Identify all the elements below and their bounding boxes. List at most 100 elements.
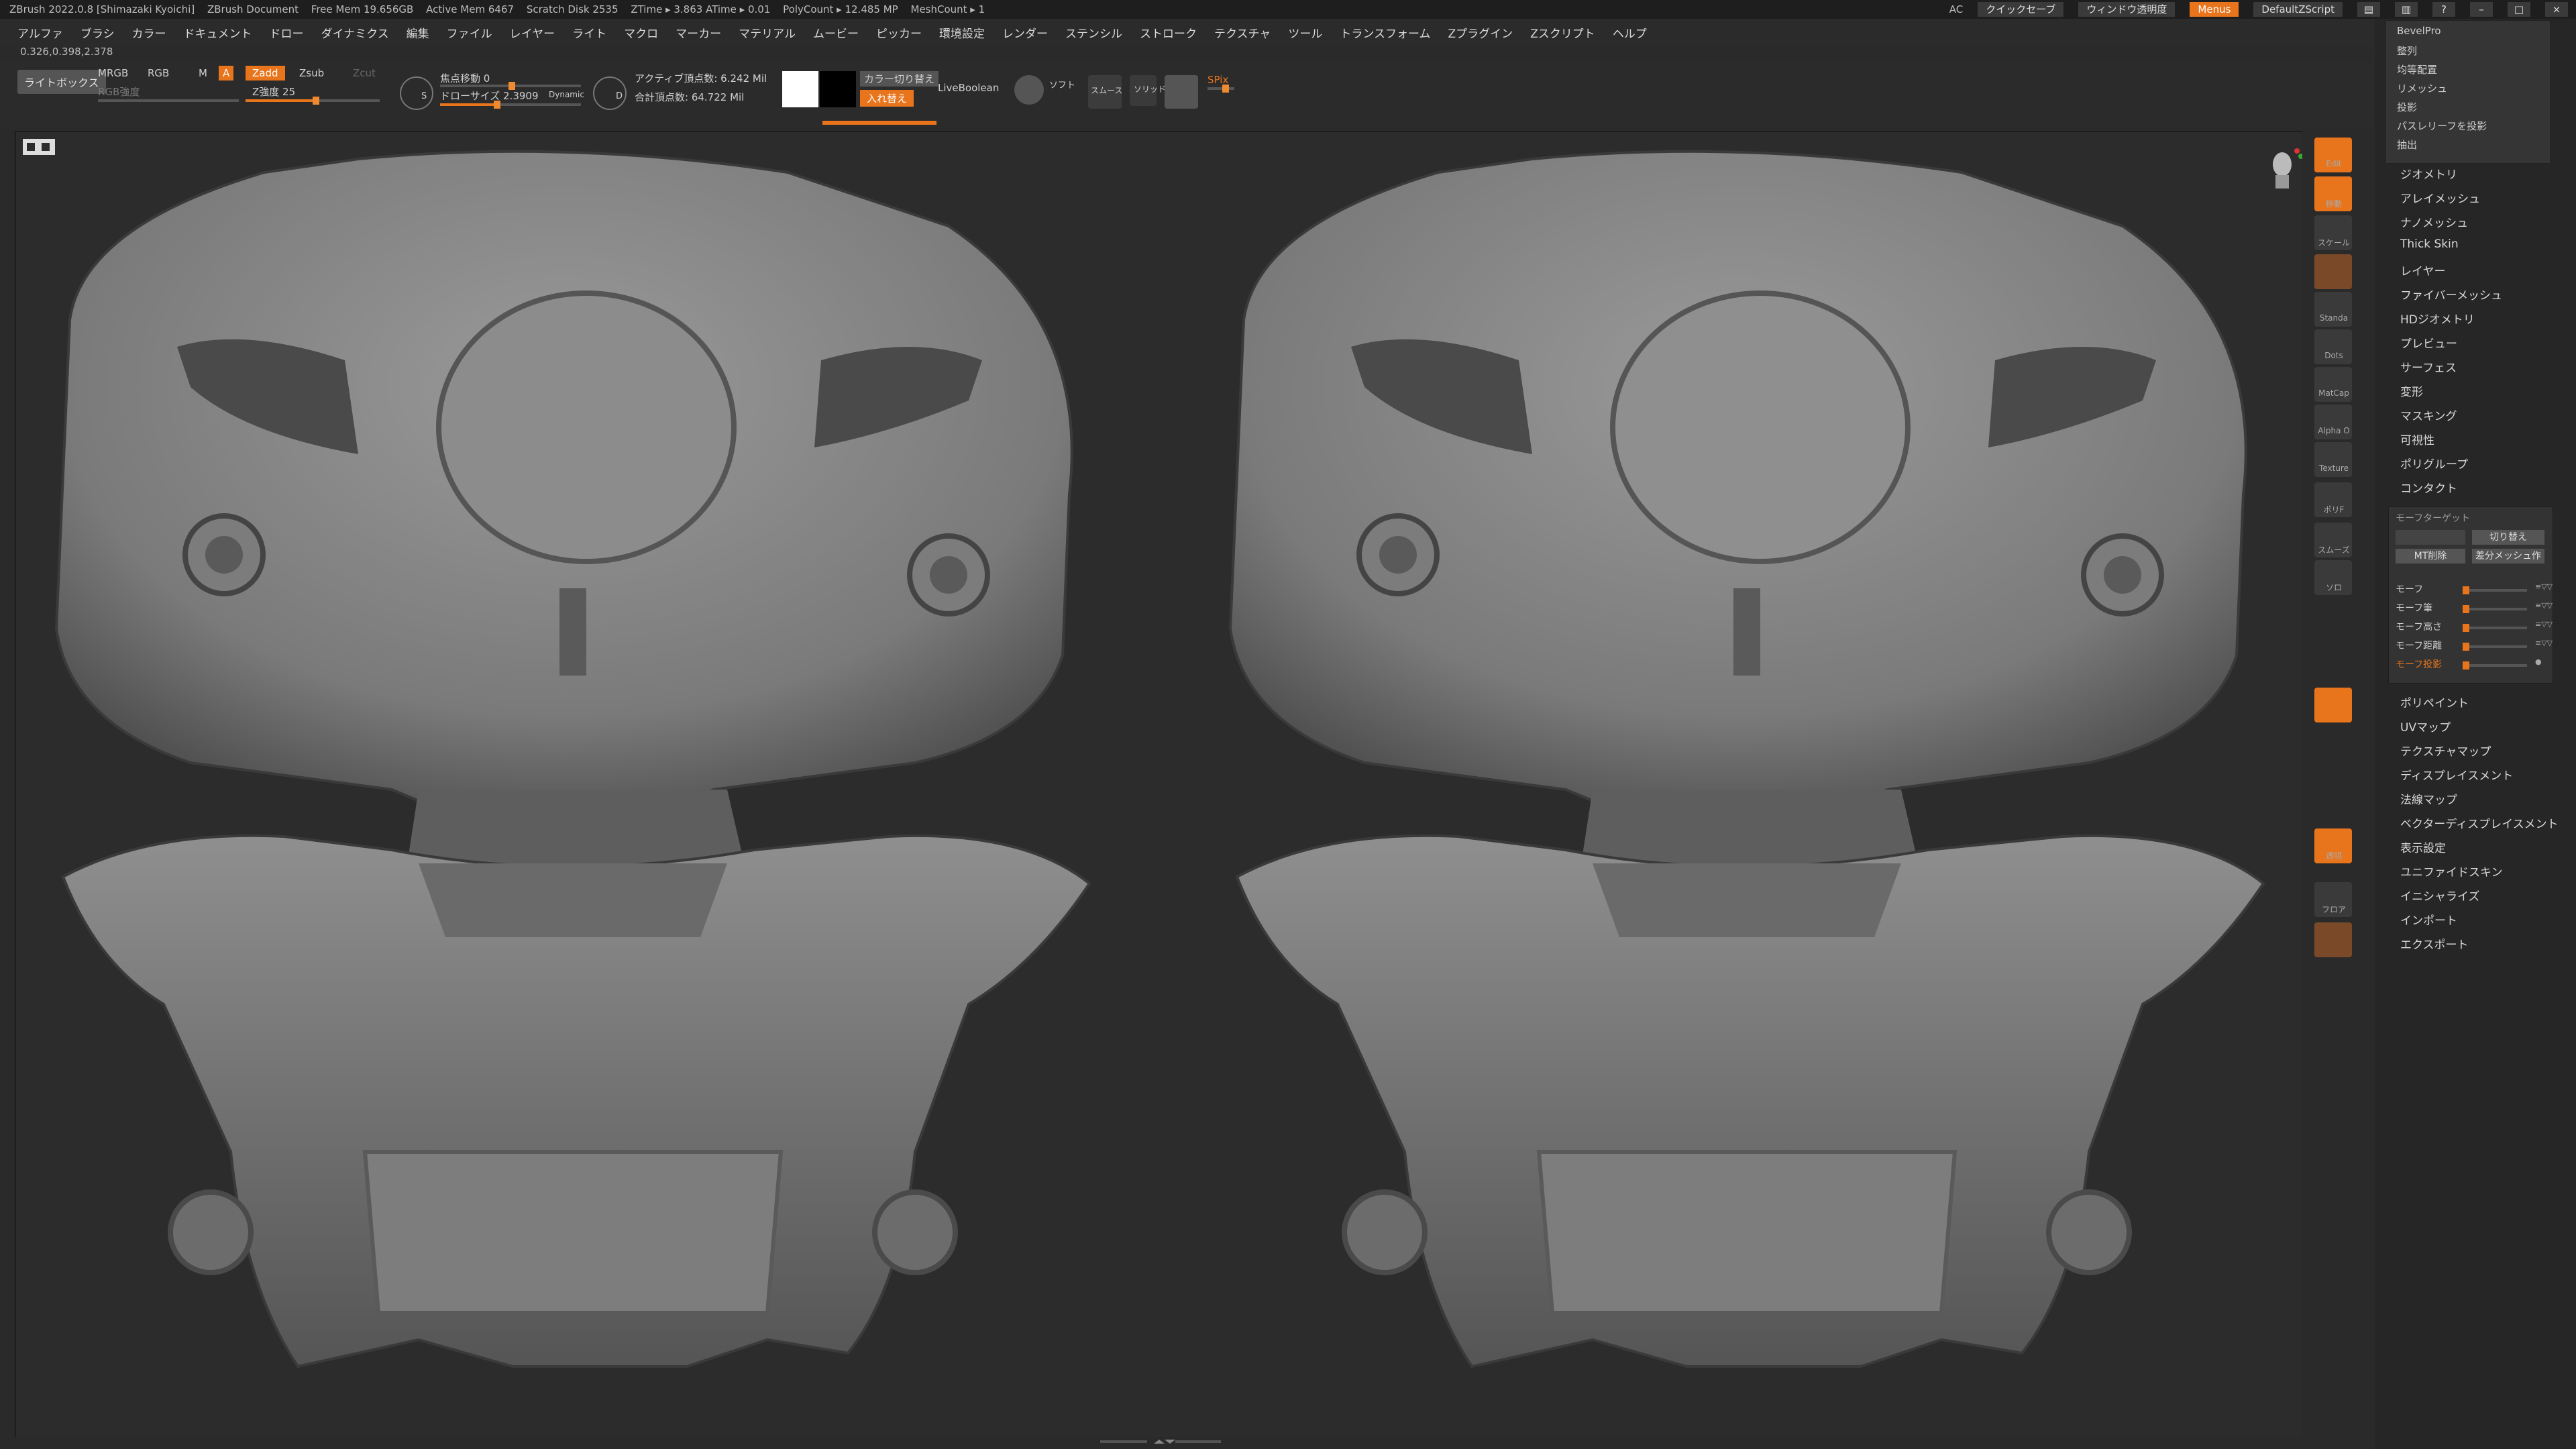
popup-distribute[interactable]: 均等配置: [2397, 62, 2437, 76]
spotlight-icon[interactable]: [1014, 75, 1044, 105]
main-color-swatch[interactable]: [782, 71, 818, 107]
menu-alpha[interactable]: アルファ: [17, 24, 63, 41]
secondary-color-swatch[interactable]: [820, 71, 856, 107]
morph-project-dot-icon[interactable]: ●: [2535, 657, 2542, 666]
popup-align[interactable]: 整列: [2397, 44, 2417, 58]
diff-mesh-button[interactable]: 差分メッシュ作: [2472, 549, 2544, 564]
tray-preview[interactable]: プレビュー: [2400, 334, 2457, 351]
tray-unified-skin[interactable]: ユニファイドスキン: [2400, 863, 2503, 879]
bottom-shelf-handle-icon[interactable]: [1100, 1438, 1221, 1445]
tray-fibermesh[interactable]: ファイバーメッシュ: [2400, 286, 2502, 303]
layout2-icon[interactable]: ▥: [2395, 2, 2418, 17]
a-button[interactable]: A: [219, 66, 234, 80]
material-icon[interactable]: [2314, 922, 2352, 957]
tray-polygroups[interactable]: ポリグループ: [2400, 455, 2468, 472]
m-button[interactable]: M: [199, 67, 207, 79]
morph-project-slider[interactable]: [2463, 661, 2527, 669]
help-icon[interactable]: ?: [2432, 2, 2455, 17]
brush-icon[interactable]: [2314, 254, 2352, 289]
tray-polypaint[interactable]: ポリペイント: [2400, 694, 2469, 710]
dynamic-toggle[interactable]: Dynamic: [549, 90, 584, 99]
menu-stencil[interactable]: ステンシル: [1065, 24, 1122, 41]
menu-material[interactable]: マテリアル: [739, 24, 796, 41]
morph-distance-slider[interactable]: [2463, 643, 2527, 651]
tray-export[interactable]: エクスポート: [2400, 935, 2469, 952]
tray-import[interactable]: インポート: [2400, 911, 2457, 928]
morph-brush-arrows-icon[interactable]: ≡▽▽: [2535, 601, 2553, 610]
spix-slider[interactable]: [1208, 85, 1234, 93]
morph-slider[interactable]: [2463, 586, 2527, 594]
popup-bevelpro[interactable]: BevelPro: [2397, 25, 2441, 37]
script-button[interactable]: DefaultZScript: [2253, 2, 2343, 17]
tray-arraymesh[interactable]: アレイメッシュ: [2400, 189, 2480, 206]
tray-initialize[interactable]: イニシャライズ: [2400, 887, 2480, 904]
tray-contact[interactable]: コンタクト: [2400, 479, 2457, 496]
morph-switch-button[interactable]: 切り替え: [2472, 530, 2544, 545]
canvas-viewport[interactable]: [15, 131, 2304, 1437]
menu-zplugin[interactable]: Zプラグイン: [1448, 24, 1513, 41]
tray-geometry[interactable]: ジオメトリ: [2400, 165, 2457, 182]
menu-zscript[interactable]: Zスクリプト: [1530, 24, 1595, 41]
tray-display-properties[interactable]: 表示設定: [2400, 839, 2446, 855]
zcut-button[interactable]: Zcut: [353, 67, 376, 79]
tray-layers[interactable]: レイヤー: [2400, 262, 2446, 278]
focal-shift-slider[interactable]: [440, 82, 581, 90]
tray-uvmap[interactable]: UVマップ: [2400, 718, 2451, 735]
morph-height-arrows-icon[interactable]: ≡▽▽: [2535, 620, 2553, 629]
menu-layer[interactable]: レイヤー: [510, 24, 555, 41]
maximize-icon[interactable]: □: [2508, 2, 2530, 17]
menu-stroke[interactable]: ストローク: [1140, 24, 1197, 41]
menu-tool[interactable]: ツール: [1288, 24, 1322, 41]
menu-texture[interactable]: テクスチャ: [1214, 24, 1271, 41]
color-switch-button[interactable]: カラー切り替え: [860, 71, 939, 87]
menu-draw[interactable]: ドロー: [270, 24, 304, 41]
mt-delete-button[interactable]: MT削除: [2396, 549, 2465, 564]
tray-vector-displacement[interactable]: ベクターディスプレイスメント: [2400, 814, 2559, 831]
zadd-button[interactable]: Zadd: [246, 66, 285, 80]
tray-hdgeometry[interactable]: HDジオメトリ: [2400, 310, 2475, 327]
menu-brush[interactable]: ブラシ: [80, 24, 115, 41]
lock-icon[interactable]: ソリッド: [1130, 75, 1166, 106]
menu-edit[interactable]: 編集: [407, 24, 429, 41]
popup-project[interactable]: 投影: [2397, 100, 2417, 114]
menu-help[interactable]: ヘルプ: [1613, 24, 1647, 41]
scan-model-clean[interactable]: [1217, 146, 2277, 1407]
layout-icon[interactable]: ▤: [2357, 2, 2380, 17]
morph-distance-arrows-icon[interactable]: ≡▽▽: [2535, 639, 2553, 647]
menu-marker[interactable]: マーカー: [676, 24, 721, 41]
smooth-icon[interactable]: スムース: [1088, 75, 1122, 109]
menu-movie[interactable]: ムービー: [813, 24, 859, 41]
zsub-button[interactable]: Zsub: [299, 67, 324, 79]
rgb-intensity-slider[interactable]: [98, 99, 239, 102]
menu-document[interactable]: ドキュメント: [184, 24, 252, 41]
popup-remesh[interactable]: リメッシュ: [2397, 81, 2447, 95]
menu-light[interactable]: ライト: [572, 24, 606, 41]
liveboolean-button[interactable]: LiveBoolean: [938, 82, 999, 94]
popup-project-bas-relief[interactable]: パスレリーフを投影: [2397, 119, 2487, 133]
close-icon[interactable]: ×: [2545, 2, 2568, 17]
scan-model-raw[interactable]: [43, 146, 1103, 1407]
mrgb-button[interactable]: MRGB: [98, 67, 128, 79]
soft-icon[interactable]: ソフト: [1049, 78, 1075, 91]
menu-preferences[interactable]: 環境設定: [939, 24, 985, 41]
menu-color[interactable]: カラー: [132, 24, 166, 41]
morph-brush-slider[interactable]: [2463, 605, 2527, 613]
local-transform-icon[interactable]: [2314, 688, 2352, 722]
material-preview-icon[interactable]: [1165, 75, 1198, 109]
z-intensity-slider[interactable]: [246, 97, 380, 105]
menus-button[interactable]: Menus: [2190, 2, 2239, 17]
tray-displacement[interactable]: ディスプレイスメント: [2400, 766, 2513, 783]
tray-texturemap[interactable]: テクスチャマップ: [2400, 742, 2491, 759]
morph-height-slider[interactable]: [2463, 624, 2527, 632]
tray-thickskin[interactable]: Thick Skin: [2400, 237, 2459, 251]
menu-transform[interactable]: トランスフォーム: [1340, 24, 1430, 41]
store-mt-button[interactable]: [2396, 530, 2465, 545]
tray-nanomesh[interactable]: ナノメッシュ: [2400, 213, 2468, 230]
quicksave-button[interactable]: クイックセーブ: [1978, 2, 2064, 17]
menu-render[interactable]: レンダー: [1002, 24, 1048, 41]
tray-deformation[interactable]: 変形: [2400, 382, 2423, 399]
tray-normalmap[interactable]: 法線マップ: [2400, 790, 2457, 807]
swap-button[interactable]: 入れ替え: [860, 90, 914, 107]
tray-visibility[interactable]: 可視性: [2400, 431, 2434, 447]
tray-surface[interactable]: サーフェス: [2400, 358, 2457, 375]
